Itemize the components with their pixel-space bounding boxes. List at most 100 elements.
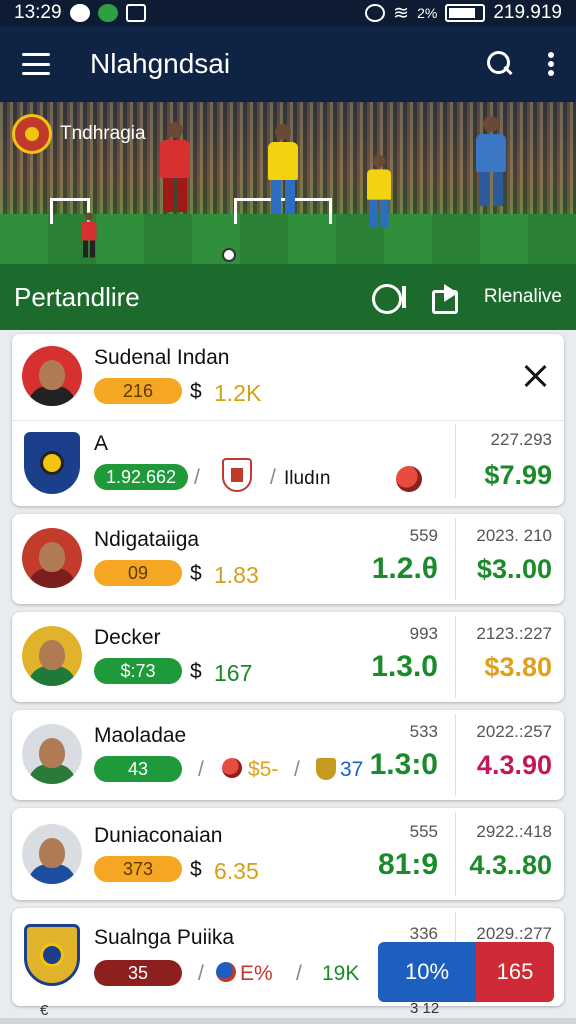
- mid-stat: 559: [409, 526, 438, 545]
- footer-text: €: [40, 1002, 49, 1019]
- separator: /: [198, 962, 204, 985]
- player-avatar: [22, 626, 82, 686]
- stat-value: 19K: [322, 962, 360, 985]
- right-stat: 2922.:418: [476, 822, 552, 841]
- mid-stat: 555: [409, 822, 438, 841]
- alarm-icon: [365, 4, 386, 22]
- status-left: 13:29: [14, 2, 146, 24]
- separator: /: [294, 758, 300, 781]
- price-value: 167: [214, 660, 253, 686]
- list-item[interactable]: A 1.92.662 / / Iludın 227.293 $7.99: [12, 420, 564, 506]
- team-label: Iludın: [284, 468, 331, 489]
- menu-icon[interactable]: [22, 53, 50, 75]
- price-value: $7.99: [484, 460, 552, 490]
- club-flag-icon: [222, 758, 242, 778]
- league-name: Tndhragia: [60, 123, 146, 144]
- score-value: 1.3:0: [369, 748, 438, 781]
- stat-value: 37: [340, 758, 364, 781]
- price-value: $5-: [248, 758, 279, 781]
- price-value: 1.83: [214, 562, 259, 588]
- price-value: 6.35: [214, 858, 259, 884]
- column-divider: [455, 424, 456, 498]
- search-icon[interactable]: [486, 50, 514, 78]
- status-bar: 13:29 ≋ 2% 219.919: [0, 0, 576, 26]
- section-action-label[interactable]: Rlenalive: [484, 286, 562, 308]
- club-crest-icon: [24, 432, 80, 494]
- player-background: [81, 212, 97, 258]
- stat-pill: 373: [94, 856, 182, 882]
- section-bar: Pertandlire Rlenalive: [0, 264, 576, 330]
- team-name: Sualnga Puiika: [94, 926, 235, 949]
- status-right-text: 219.919: [493, 2, 562, 23]
- close-icon[interactable]: [524, 364, 548, 388]
- player-yellow-1: [268, 124, 298, 214]
- currency-symbol: $: [190, 380, 202, 403]
- separator: /: [296, 962, 302, 985]
- match-card[interactable]: Decker $:73 $ 167 993 1.3.0 2123.:227 $3…: [12, 612, 564, 702]
- price-value: 4.3..80: [469, 850, 552, 880]
- price-value: E%: [240, 962, 273, 985]
- mid-stat: 993: [409, 624, 438, 643]
- player-blue: [476, 116, 506, 206]
- column-divider: [455, 518, 456, 600]
- price-value: $3.80: [484, 652, 552, 682]
- chat-icon[interactable]: [371, 282, 408, 314]
- share-icon[interactable]: [430, 282, 462, 314]
- hero-banner[interactable]: Tndhragia: [0, 102, 576, 264]
- more-icon[interactable]: [548, 52, 554, 76]
- currency-symbol: $: [190, 858, 202, 881]
- player-name: Duniaconaian: [94, 824, 223, 847]
- right-stat: 227.293: [490, 430, 552, 449]
- football: [222, 248, 236, 262]
- list-item[interactable]: Sudenal Indan 216 $ 1.2K: [12, 334, 564, 420]
- odds-percent-button[interactable]: 10%: [378, 942, 476, 1002]
- wifi-icon: ≋: [393, 2, 410, 24]
- player-avatar: [22, 824, 82, 884]
- player-avatar: [22, 528, 82, 588]
- player-name: Maoladae: [94, 724, 187, 747]
- player-yellow-2: [367, 155, 391, 227]
- right-stat: 2029.:277: [476, 924, 552, 943]
- league-label: Tndhragia: [12, 114, 146, 154]
- stat-pill: $:73: [94, 658, 182, 684]
- separator: /: [270, 466, 276, 489]
- club-crest-icon: [24, 924, 80, 986]
- mid-stat: 336: [409, 924, 438, 943]
- app-bar: Nlahgndsai: [0, 26, 576, 102]
- match-card[interactable]: Duniaconaian 373 $ 6.35 555 81:9 2922.:4…: [12, 808, 564, 900]
- right-stat: 2023. 210: [476, 526, 552, 545]
- club-crest-icon: [316, 758, 336, 780]
- stat-pill: 43: [94, 756, 182, 782]
- column-divider: [455, 616, 456, 698]
- app-actions: [486, 50, 554, 78]
- club-flag-icon: [396, 466, 422, 492]
- column-divider: [455, 812, 456, 896]
- score-value: 1.2.θ: [371, 552, 438, 585]
- league-logo-icon: [12, 114, 52, 154]
- match-card[interactable]: Ndigataiiga 09 $ 1.83 559 1.2.θ 2023. 21…: [12, 514, 564, 604]
- column-divider: [455, 714, 456, 796]
- score-value: 81:9: [377, 848, 438, 881]
- stat-pill: 216: [94, 378, 182, 404]
- match-card[interactable]: Maoladae 43 / $5- / 37 533 1.3:0 2022.:2…: [12, 710, 564, 800]
- status-time: 13:29: [14, 2, 62, 23]
- separator: /: [194, 466, 200, 489]
- match-card[interactable]: Sudenal Indan 216 $ 1.2K A 1.92.662 / / …: [12, 334, 564, 506]
- right-stat: 2123.:227: [476, 624, 552, 643]
- section-actions: Rlenalive: [371, 282, 562, 314]
- status-right: ≋ 2% 219.919: [365, 2, 562, 25]
- stat-pill: 35: [94, 960, 182, 986]
- right-stat: 2022.:257: [476, 722, 552, 741]
- score-value: 1.3.0: [371, 650, 438, 683]
- odds-value-button[interactable]: 165: [476, 942, 554, 1002]
- section-title: Pertandlire: [14, 281, 140, 312]
- currency-symbol: $: [190, 562, 202, 585]
- player-avatar: [22, 724, 82, 784]
- stat-pill: 09: [94, 560, 182, 586]
- app-title: Nlahgndsai: [90, 48, 231, 79]
- mid-stat: 533: [409, 722, 438, 741]
- player-name: Sudenal Indan: [94, 346, 230, 369]
- price-value: $3..00: [476, 554, 552, 584]
- stat-pill: 1.92.662: [94, 464, 188, 490]
- price-value: 1.2K: [214, 380, 262, 406]
